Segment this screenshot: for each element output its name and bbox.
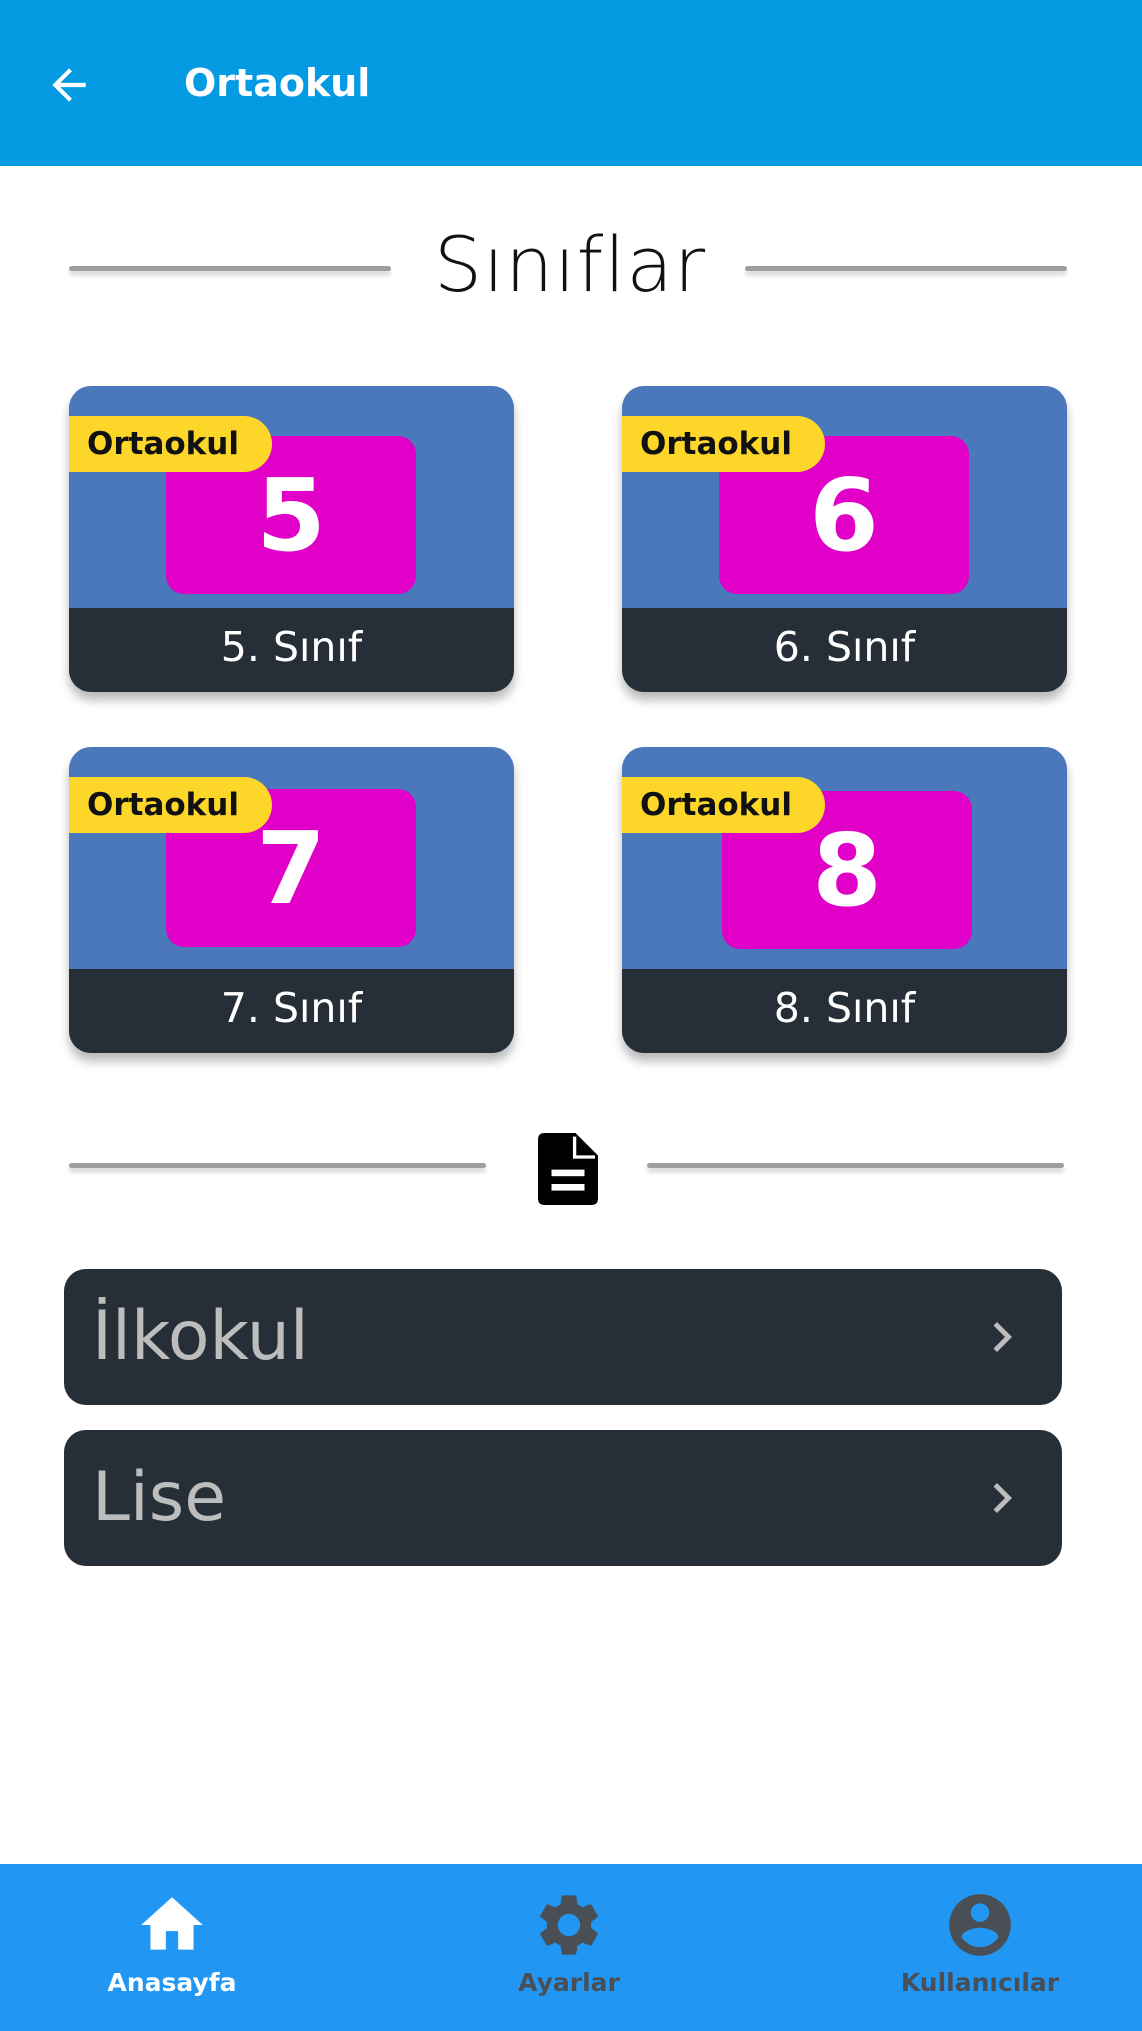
arrow-left-icon [52, 68, 86, 102]
account-circle-icon [949, 1894, 1011, 1956]
grade-card-8[interactable]: 8 Ortaokul 8. Sınıf [622, 747, 1067, 1053]
section-title: Sınıflar [433, 220, 707, 309]
nav-label: Anasayfa [107, 1968, 237, 1997]
level-item-lise[interactable]: Lise [64, 1430, 1062, 1566]
level-label: Lise [92, 1458, 227, 1537]
grade-label: 8. Sınıf [622, 969, 1067, 1053]
grade-card-5[interactable]: 5 Ortaokul 5. Sınıf [69, 386, 514, 692]
list-divider-right [647, 1163, 1064, 1168]
back-button[interactable] [40, 56, 98, 114]
chevron-right-icon [993, 1483, 1012, 1513]
nav-item-kullanicilar[interactable]: Kullanıcılar [850, 1864, 1110, 2031]
page-title: Ortaokul [184, 61, 371, 105]
section-divider-left [69, 266, 391, 271]
grade-card-7[interactable]: 7 Ortaokul 7. Sınıf [69, 747, 514, 1053]
grade-card-6[interactable]: 6 Ortaokul 6. Sınıf [622, 386, 1067, 692]
app-screen: Ortaokul Sınıflar 5 Ortaokul 5. Sınıf 6 … [0, 0, 1142, 2031]
level-badge: Ortaokul [622, 777, 825, 833]
grade-label: 6. Sınıf [622, 608, 1067, 692]
bottom-navigation: Anasayfa Ayarlar Kullanıcılar [0, 1864, 1142, 2031]
grade-label: 5. Sınıf [69, 608, 514, 692]
level-badge: Ortaokul [69, 777, 272, 833]
grade-label: 7. Sınıf [69, 969, 514, 1053]
level-badge: Ortaokul [69, 416, 272, 472]
document-icon [538, 1133, 598, 1205]
level-badge: Ortaokul [622, 416, 825, 472]
gear-icon [540, 1895, 598, 1955]
chevron-right-icon [993, 1322, 1012, 1352]
level-label: İlkokul [92, 1297, 309, 1376]
section-divider-right [745, 266, 1067, 271]
level-item-ilkokul[interactable]: İlkokul [64, 1269, 1062, 1405]
app-bar: Ortaokul [0, 0, 1142, 166]
nav-label: Kullanıcılar [900, 1968, 1060, 1997]
home-icon [141, 1897, 203, 1950]
nav-item-ayarlar[interactable]: Ayarlar [439, 1864, 699, 2031]
nav-label: Ayarlar [518, 1968, 620, 1997]
list-divider-left [69, 1163, 486, 1168]
nav-item-anasayfa[interactable]: Anasayfa [42, 1864, 302, 2031]
